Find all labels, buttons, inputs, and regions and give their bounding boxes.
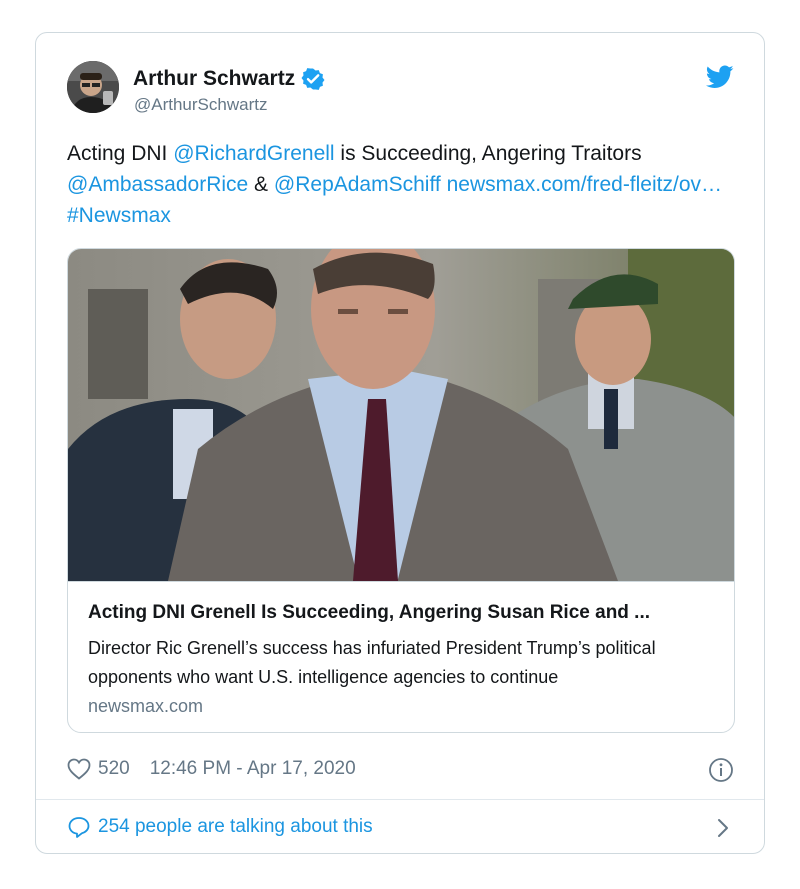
text-segment: & bbox=[248, 173, 274, 196]
hashtag-link[interactable]: #Newsmax bbox=[67, 204, 171, 227]
verified-badge-icon bbox=[301, 68, 325, 90]
tweet-meta-row: 520 12:46 PM - Apr 17, 2020 bbox=[67, 758, 356, 780]
link-preview-title[interactable]: Acting DNI Grenell Is Succeeding, Angeri… bbox=[88, 602, 718, 624]
url-link[interactable]: newsmax.com/fred-fleitz/ov… bbox=[447, 173, 722, 196]
author-display-name[interactable]: Arthur Schwartz bbox=[133, 67, 295, 91]
mention-link[interactable]: @AmbassadorRice bbox=[67, 173, 248, 196]
author-handle[interactable]: @ArthurSchwartz bbox=[134, 95, 267, 115]
mention-link[interactable]: @RichardGrenell bbox=[173, 142, 334, 165]
link-preview-description: Director Ric Grenell’s success has infur… bbox=[88, 638, 656, 687]
tweet-timestamp[interactable]: 12:46 PM - Apr 17, 2020 bbox=[150, 758, 356, 780]
author-avatar[interactable] bbox=[67, 61, 119, 113]
mention-link[interactable]: @RepAdamSchiff bbox=[274, 173, 441, 196]
speech-bubble-icon bbox=[68, 817, 90, 838]
embedded-tweet-card: Arthur Schwartz @ArthurSchwartz Acting D… bbox=[35, 32, 765, 854]
tweet-text: Acting DNI @RichardGrenell is Succeeding… bbox=[67, 138, 747, 231]
news-photo bbox=[68, 249, 734, 581]
text-segment: is Succeeding, Angering Traitors bbox=[334, 142, 642, 165]
like-count[interactable]: 520 bbox=[98, 758, 130, 780]
info-icon[interactable] bbox=[708, 757, 734, 783]
link-preview-body: Acting DNI Grenell Is Succeeding, Angeri… bbox=[68, 581, 734, 732]
author-name-row: Arthur Schwartz bbox=[133, 67, 325, 91]
link-preview-domain: newsmax.com bbox=[88, 696, 204, 716]
avatar-photo bbox=[67, 61, 119, 113]
divider bbox=[36, 799, 764, 800]
conversation-link[interactable]: 254 people are talking about this bbox=[67, 816, 373, 838]
link-preview-card[interactable]: Acting DNI Grenell Is Succeeding, Angeri… bbox=[67, 248, 735, 733]
twitter-bird-icon[interactable] bbox=[706, 65, 734, 89]
text-segment: Acting DNI bbox=[67, 142, 174, 165]
heart-icon[interactable] bbox=[67, 758, 91, 780]
conversation-label[interactable]: 254 people are talking about this bbox=[98, 816, 373, 838]
link-preview-image[interactable] bbox=[68, 249, 734, 581]
chevron-right-icon[interactable] bbox=[716, 817, 730, 839]
